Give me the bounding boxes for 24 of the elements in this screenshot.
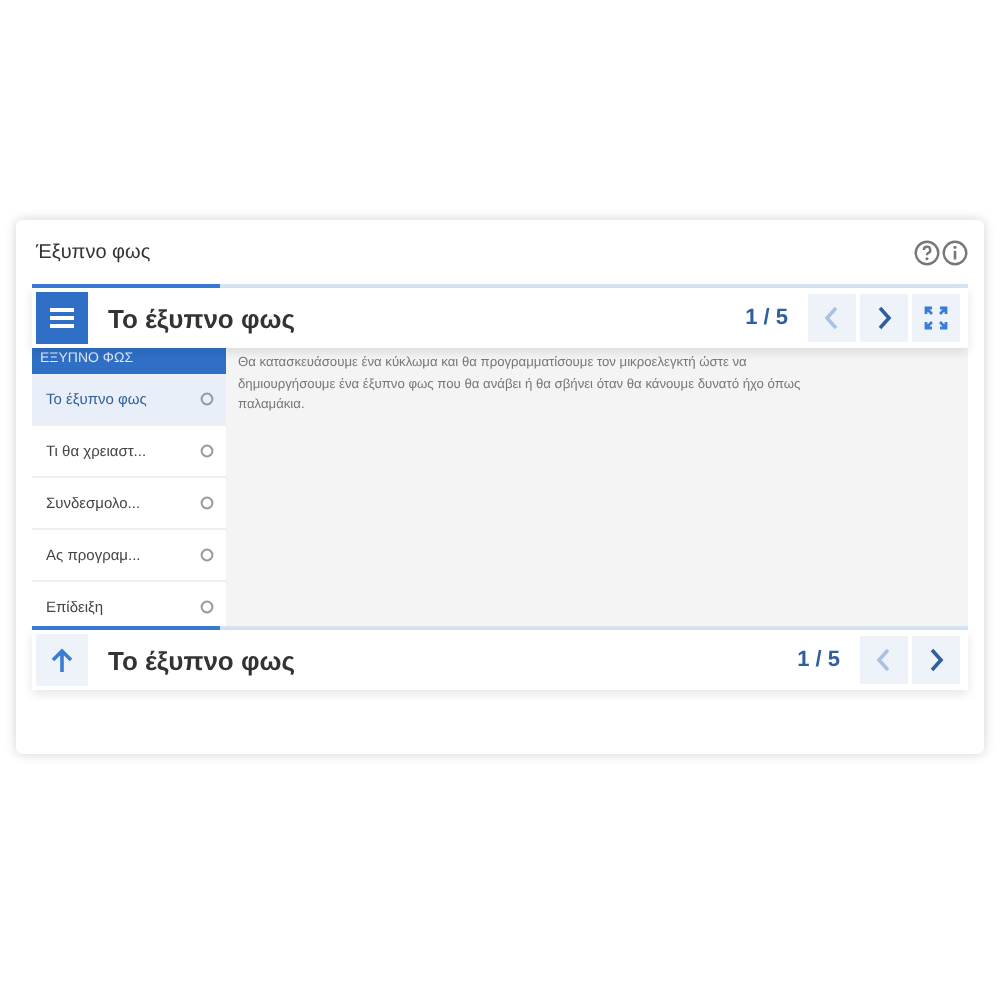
chevron-right-icon	[876, 306, 892, 330]
lesson-title: Το έξυπνο φως	[108, 303, 296, 333]
chevron-left-icon	[876, 648, 892, 672]
panel-title: Έξυπνο φως	[34, 241, 151, 263]
chevron-left-icon	[824, 306, 840, 330]
menu-button[interactable]	[36, 292, 88, 344]
fullscreen-icon	[924, 306, 948, 330]
circle-icon	[200, 392, 214, 406]
page-counter: 1 / 5	[745, 306, 788, 330]
help-icon[interactable]	[914, 239, 940, 265]
next-button[interactable]	[912, 636, 960, 684]
circle-icon	[200, 600, 214, 614]
lesson-title: Το έξυπνο φως	[108, 645, 296, 675]
menu-icon	[50, 308, 74, 328]
info-icon[interactable]	[942, 239, 968, 265]
circle-icon	[200, 496, 214, 510]
page-counter: 1 / 5	[797, 648, 840, 672]
circle-icon	[200, 548, 214, 562]
next-button[interactable]	[860, 294, 908, 342]
chevron-right-icon	[928, 648, 944, 672]
fullscreen-button[interactable]	[912, 294, 960, 342]
circle-icon	[200, 444, 214, 458]
scroll-up-button[interactable]	[36, 634, 88, 686]
arrow-up-icon	[50, 647, 74, 673]
